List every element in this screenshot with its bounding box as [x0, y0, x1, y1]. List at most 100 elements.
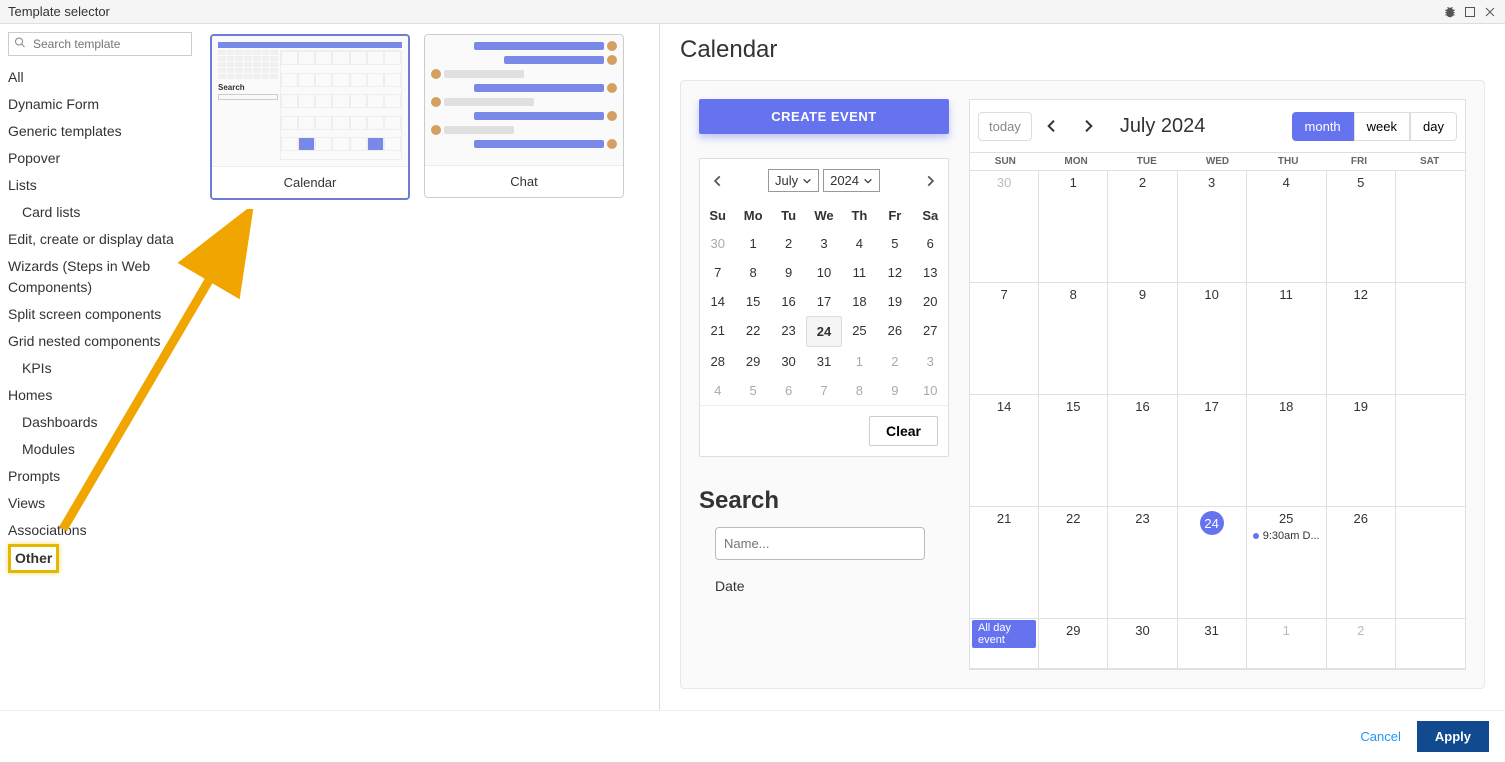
sidebar-item-lists[interactable]: Lists [8, 172, 192, 199]
dp-day[interactable]: 28 [700, 347, 735, 376]
dp-day[interactable]: 7 [700, 258, 735, 287]
dp-day[interactable]: 3 [913, 347, 948, 376]
dp-day[interactable]: 16 [771, 287, 806, 316]
big-cal-cell[interactable]: 10 [1178, 283, 1247, 395]
sidebar-item-other[interactable]: Other [8, 544, 59, 573]
apply-button[interactable]: Apply [1417, 721, 1489, 752]
cal-prev-icon[interactable] [1036, 110, 1068, 142]
big-cal-cell[interactable]: 2 [1327, 619, 1396, 669]
dp-next-icon[interactable] [920, 171, 940, 191]
view-month-button[interactable]: month [1292, 112, 1354, 141]
view-day-button[interactable]: day [1410, 112, 1457, 141]
big-cal-cell[interactable]: 22 [1039, 507, 1108, 619]
big-cal-cell[interactable]: 8 [1039, 283, 1108, 395]
big-cal-cell[interactable] [1396, 507, 1465, 619]
dp-day[interactable]: 18 [842, 287, 877, 316]
big-cal-cell[interactable]: 17 [1178, 395, 1247, 507]
dp-day[interactable]: 2 [877, 347, 912, 376]
today-button[interactable]: today [978, 112, 1032, 141]
dp-day[interactable]: 8 [735, 258, 770, 287]
dp-day[interactable]: 4 [700, 376, 735, 405]
dp-day[interactable]: 21 [700, 316, 735, 347]
dp-day[interactable]: 12 [877, 258, 912, 287]
big-cal-cell[interactable]: 16 [1108, 395, 1177, 507]
sidebar-item-split-screen-components[interactable]: Split screen components [8, 301, 192, 328]
sidebar-item-grid-nested-components[interactable]: Grid nested components [8, 328, 192, 355]
create-event-button[interactable]: CREATE EVENT [699, 99, 949, 134]
close-icon[interactable] [1483, 5, 1497, 19]
dp-day[interactable]: 3 [806, 229, 841, 258]
dp-day[interactable]: 10 [806, 258, 841, 287]
dp-day[interactable]: 23 [771, 316, 806, 347]
bug-icon[interactable] [1443, 5, 1457, 19]
dp-day[interactable]: 27 [913, 316, 948, 347]
dp-month-select[interactable]: July [768, 169, 819, 192]
big-cal-cell[interactable]: 2 [1108, 171, 1177, 283]
big-cal-cell[interactable]: 23 [1108, 507, 1177, 619]
big-cal-cell[interactable]: 12 [1327, 283, 1396, 395]
big-cal-cell[interactable]: 26 [1327, 507, 1396, 619]
sidebar-item-popover[interactable]: Popover [8, 145, 192, 172]
big-cal-cell[interactable]: 7 [970, 283, 1039, 395]
big-cal-cell[interactable] [1396, 171, 1465, 283]
dp-clear-button[interactable]: Clear [869, 416, 938, 446]
big-cal-cell[interactable]: 3 [1178, 171, 1247, 283]
sidebar-item-homes[interactable]: Homes [8, 382, 192, 409]
dp-day[interactable]: 31 [806, 347, 841, 376]
search-name-input[interactable] [715, 527, 925, 560]
dp-day[interactable]: 14 [700, 287, 735, 316]
big-cal-cell[interactable]: 5 [1327, 171, 1396, 283]
sidebar-item-prompts[interactable]: Prompts [8, 463, 192, 490]
big-cal-cell[interactable]: 28All day event [970, 619, 1039, 669]
big-cal-cell[interactable]: 30 [970, 171, 1039, 283]
sidebar-item-all[interactable]: All [8, 64, 192, 91]
dp-day[interactable]: 17 [806, 287, 841, 316]
big-cal-cell[interactable]: 11 [1247, 283, 1327, 395]
big-cal-cell[interactable]: 14 [970, 395, 1039, 507]
dp-day[interactable]: 2 [771, 229, 806, 258]
dp-day[interactable]: 10 [913, 376, 948, 405]
big-cal-cell[interactable]: 259:30am D... [1247, 507, 1327, 619]
dp-day[interactable]: 15 [735, 287, 770, 316]
sidebar-item-kpis[interactable]: KPIs [8, 355, 192, 382]
big-cal-cell[interactable]: 1 [1247, 619, 1327, 669]
dp-day[interactable]: 25 [842, 316, 877, 347]
maximize-icon[interactable] [1463, 5, 1477, 19]
event-item[interactable]: 9:30am D... [1251, 530, 1322, 542]
big-cal-cell[interactable]: 19 [1327, 395, 1396, 507]
big-cal-cell[interactable] [1396, 619, 1465, 669]
big-cal-cell[interactable]: 9 [1108, 283, 1177, 395]
big-cal-cell[interactable]: 24 [1178, 507, 1247, 619]
dp-day[interactable]: 1 [842, 347, 877, 376]
dp-day[interactable]: 26 [877, 316, 912, 347]
sidebar-item-views[interactable]: Views [8, 490, 192, 517]
cancel-button[interactable]: Cancel [1360, 729, 1400, 744]
sidebar-item-card-lists[interactable]: Card lists [8, 199, 192, 226]
view-week-button[interactable]: week [1354, 112, 1410, 141]
dp-day[interactable]: 5 [877, 229, 912, 258]
dp-year-select[interactable]: 2024 [823, 169, 880, 192]
sidebar-item-dynamic-form[interactable]: Dynamic Form [8, 91, 192, 118]
dp-day[interactable]: 8 [842, 376, 877, 405]
sidebar-item-modules[interactable]: Modules [8, 436, 192, 463]
dp-day[interactable]: 20 [913, 287, 948, 316]
sidebar-item-dashboards[interactable]: Dashboards [8, 409, 192, 436]
dp-day[interactable]: 1 [735, 229, 770, 258]
big-cal-cell[interactable] [1396, 283, 1465, 395]
dp-day[interactable]: 30 [700, 229, 735, 258]
big-cal-cell[interactable]: 21 [970, 507, 1039, 619]
dp-day[interactable]: 9 [877, 376, 912, 405]
dp-day[interactable]: 11 [842, 258, 877, 287]
template-card-chat[interactable]: Chat [424, 34, 624, 198]
cal-next-icon[interactable] [1072, 110, 1104, 142]
dp-day[interactable]: 29 [735, 347, 770, 376]
big-cal-cell[interactable]: 18 [1247, 395, 1327, 507]
big-cal-cell[interactable] [1396, 395, 1465, 507]
dp-prev-icon[interactable] [708, 171, 728, 191]
dp-day[interactable]: 9 [771, 258, 806, 287]
dp-day[interactable]: 19 [877, 287, 912, 316]
dp-day[interactable]: 7 [806, 376, 841, 405]
dp-day[interactable]: 24 [806, 316, 841, 347]
dp-day[interactable]: 6 [771, 376, 806, 405]
big-cal-cell[interactable]: 4 [1247, 171, 1327, 283]
